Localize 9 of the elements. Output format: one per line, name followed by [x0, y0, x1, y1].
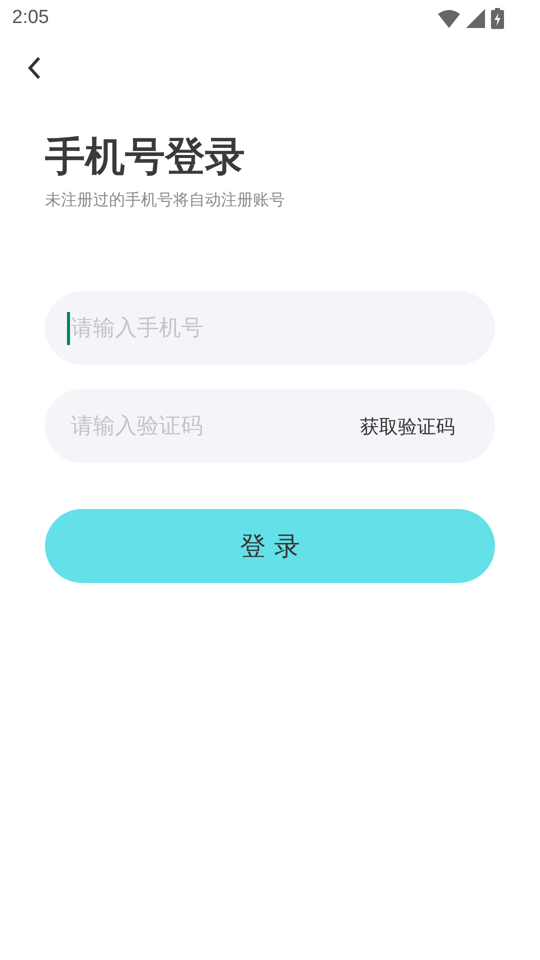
battery-charging-icon [491, 8, 504, 28]
wifi-icon [438, 8, 460, 28]
login-button[interactable]: 登 录 [45, 509, 495, 583]
status-time: 2:05 [12, 7, 49, 29]
signal-icon [466, 8, 485, 28]
back-icon [27, 56, 41, 80]
get-code-button[interactable]: 获取验证码 [360, 414, 455, 440]
page-title: 手机号登录 [45, 133, 245, 182]
subtitle: 未注册过的手机号将自动注册账号 [45, 190, 285, 211]
